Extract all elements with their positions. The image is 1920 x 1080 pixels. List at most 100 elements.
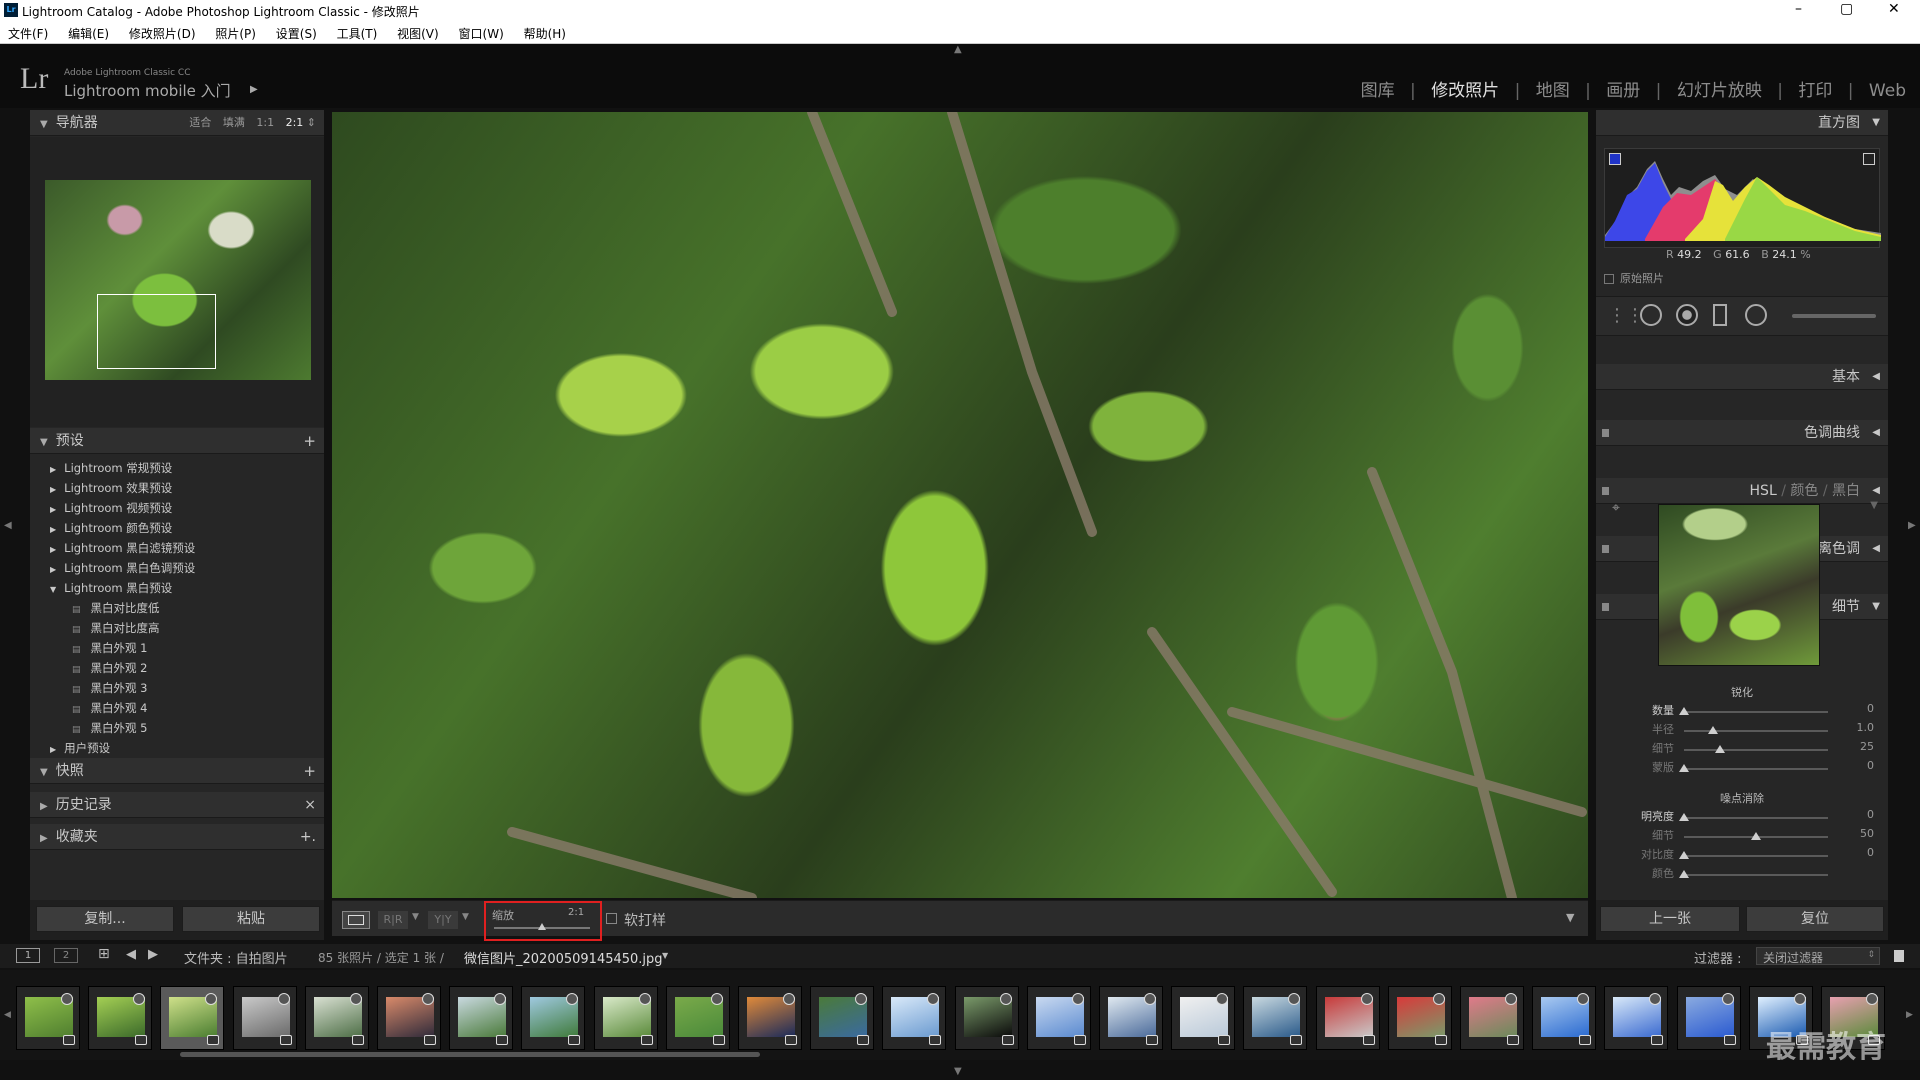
chevron-down-icon[interactable]: ▼	[412, 912, 419, 922]
slider-track[interactable]	[1684, 749, 1828, 751]
slider-row[interactable]: 细节 50	[1596, 827, 1888, 846]
filmstrip-thumbnail[interactable]	[810, 986, 875, 1050]
menu-help[interactable]: 帮助(H)	[516, 22, 574, 45]
slider-track[interactable]	[1684, 730, 1828, 732]
filmstrip-thumbnail[interactable]	[1099, 986, 1163, 1050]
slider-row[interactable]: 细节 25	[1596, 740, 1888, 759]
history-header[interactable]: ▶ 历史记录 ×	[30, 792, 324, 818]
filmstrip-thumbnail[interactable]	[738, 986, 802, 1050]
paste-button[interactable]: 粘贴	[182, 906, 320, 932]
menu-settings[interactable]: 设置(S)	[268, 22, 325, 45]
preset-group[interactable]: ▶ Lightroom 常规预设	[50, 458, 324, 478]
filmstrip-thumbnail[interactable]	[449, 986, 514, 1050]
loupe-view-button[interactable]	[342, 911, 370, 929]
zoom-1-1[interactable]: 1:1	[256, 116, 274, 129]
slider-row[interactable]: 明亮度 0	[1596, 808, 1888, 827]
collapse-top-arrow-icon[interactable]: ▲	[954, 44, 962, 55]
previous-button[interactable]: 上一张	[1600, 906, 1740, 932]
preset-group-expanded[interactable]: ▼ Lightroom 黑白预设	[50, 578, 324, 598]
current-filename[interactable]: 微信图片_20200509145450.jpg	[464, 948, 663, 967]
menu-file[interactable]: 文件(F)	[0, 22, 56, 45]
add-preset-button[interactable]: +	[303, 428, 316, 454]
module-slideshow[interactable]: 幻灯片放映	[1677, 81, 1762, 101]
filmstrip-thumbnail[interactable]	[1387, 986, 1452, 1050]
mobile-arrow-icon[interactable]: ▶	[250, 84, 258, 95]
filmstrip-thumbnail[interactable]	[521, 986, 586, 1050]
radial-filter-icon[interactable]	[1745, 304, 1767, 326]
filmstrip-thumbnail[interactable]	[232, 986, 297, 1050]
preset-item[interactable]: ▤ 黑白外观 4	[50, 698, 324, 718]
filmstrip-right-arrow-icon[interactable]: ▶	[1906, 1010, 1913, 1020]
panel-switch-icon[interactable]	[1602, 545, 1609, 553]
slider-knob[interactable]	[1679, 870, 1689, 878]
filmstrip-scrollbar[interactable]	[180, 1052, 760, 1057]
slider-row[interactable]: 半径 1.0	[1596, 721, 1888, 740]
slider-track[interactable]	[1684, 855, 1828, 857]
preset-item[interactable]: ▤ 黑白对比度高	[50, 618, 324, 638]
histogram[interactable]	[1604, 148, 1881, 248]
shadow-clipping-indicator[interactable]	[1609, 153, 1621, 165]
filmstrip-thumbnail[interactable]	[304, 986, 369, 1050]
slider-value[interactable]: 50	[1860, 827, 1874, 840]
filter-dropdown[interactable]: 关闭过滤器 ⇕	[1756, 947, 1880, 965]
menu-tools[interactable]: 工具(T)	[329, 22, 386, 45]
filmstrip-thumbnail[interactable]	[1460, 986, 1524, 1050]
histogram-header[interactable]: 直方图 ▼	[1596, 110, 1888, 136]
zoom-2-1[interactable]: 2:1	[286, 116, 304, 129]
slider-row[interactable]: 蒙版 0	[1596, 759, 1888, 778]
preset-item[interactable]: ▤ 黑白外观 5	[50, 718, 324, 738]
slider-knob[interactable]	[1679, 764, 1689, 772]
toolbar-menu-icon[interactable]: ▼	[1566, 911, 1574, 924]
main-photo[interactable]	[332, 112, 1588, 898]
slider-value[interactable]: 0	[1867, 759, 1874, 772]
graduated-filter-icon[interactable]	[1713, 304, 1727, 326]
hsl-header[interactable]: HSL / 颜色 / 黑白 ◀	[1596, 478, 1888, 504]
filmstrip-thumbnail[interactable]	[1315, 986, 1380, 1050]
slider-track[interactable]	[1684, 817, 1828, 819]
screen-2-button[interactable]: 2	[54, 948, 78, 963]
slider-knob[interactable]	[1679, 813, 1689, 821]
left-panel-toggle-icon[interactable]: ◀	[4, 520, 12, 531]
module-map[interactable]: 地图	[1536, 81, 1570, 101]
filmstrip-thumbnail[interactable]	[160, 986, 225, 1050]
original-photo-checkbox[interactable]	[1604, 274, 1614, 284]
mobile-link[interactable]: Lightroom mobile 入门	[64, 80, 231, 101]
highlight-clipping-indicator[interactable]	[1863, 153, 1875, 165]
target-crosshair-icon[interactable]: ⌖	[1612, 500, 1620, 516]
source-path[interactable]: 文件夹 : 自拍图片	[184, 948, 288, 967]
slider-track[interactable]	[1684, 711, 1828, 713]
filmstrip-thumbnail[interactable]	[1171, 986, 1236, 1050]
preset-item[interactable]: ▤ 黑白外观 3	[50, 678, 324, 698]
screen-1-button[interactable]: 1	[16, 948, 40, 963]
zoom-fill[interactable]: 填满	[223, 116, 245, 129]
slider-knob[interactable]	[1679, 851, 1689, 859]
slider-knob[interactable]	[1679, 707, 1689, 715]
slider-row[interactable]: 数量 0	[1596, 702, 1888, 721]
presets-header[interactable]: ▼ 预设 +	[30, 428, 324, 454]
preset-item[interactable]: ▤ 黑白外观 1	[50, 638, 324, 658]
preset-group[interactable]: ▶ Lightroom 黑白滤镜预设	[50, 538, 324, 558]
tone-curve-header[interactable]: 色调曲线 ◀	[1596, 420, 1888, 446]
reset-button[interactable]: 复位	[1746, 906, 1884, 932]
menu-edit[interactable]: 编辑(E)	[60, 22, 117, 45]
module-web[interactable]: Web	[1869, 81, 1906, 101]
collapse-bottom-arrow-icon[interactable]: ▼	[954, 1066, 962, 1077]
add-collection-button[interactable]: +.	[300, 824, 316, 850]
chevron-down-icon[interactable]: ▼	[462, 912, 469, 922]
slider-value[interactable]: 25	[1860, 740, 1874, 753]
slider-value[interactable]: 0	[1867, 702, 1874, 715]
zoom-menu-icon[interactable]: ⇕	[307, 116, 316, 129]
navigator-viewport-box[interactable]	[97, 294, 216, 369]
adjustment-brush-icon[interactable]	[1792, 314, 1876, 318]
menu-photo[interactable]: 照片(P)	[207, 22, 264, 45]
filmstrip-thumbnail[interactable]	[1532, 986, 1597, 1050]
slider-track[interactable]	[1684, 768, 1828, 770]
preset-item[interactable]: ▤ 黑白对比度低	[50, 598, 324, 618]
module-book[interactable]: 画册	[1606, 81, 1640, 101]
preset-group[interactable]: ▶ Lightroom 颜色预设	[50, 518, 324, 538]
navigator-preview-image[interactable]	[45, 180, 311, 380]
panel-switch-icon[interactable]	[1602, 603, 1609, 611]
basic-panel-header[interactable]: 基本 ◀	[1596, 364, 1888, 390]
collections-header[interactable]: ▶ 收藏夹 +.	[30, 824, 324, 850]
snapshots-header[interactable]: ▼ 快照 +	[30, 758, 324, 784]
